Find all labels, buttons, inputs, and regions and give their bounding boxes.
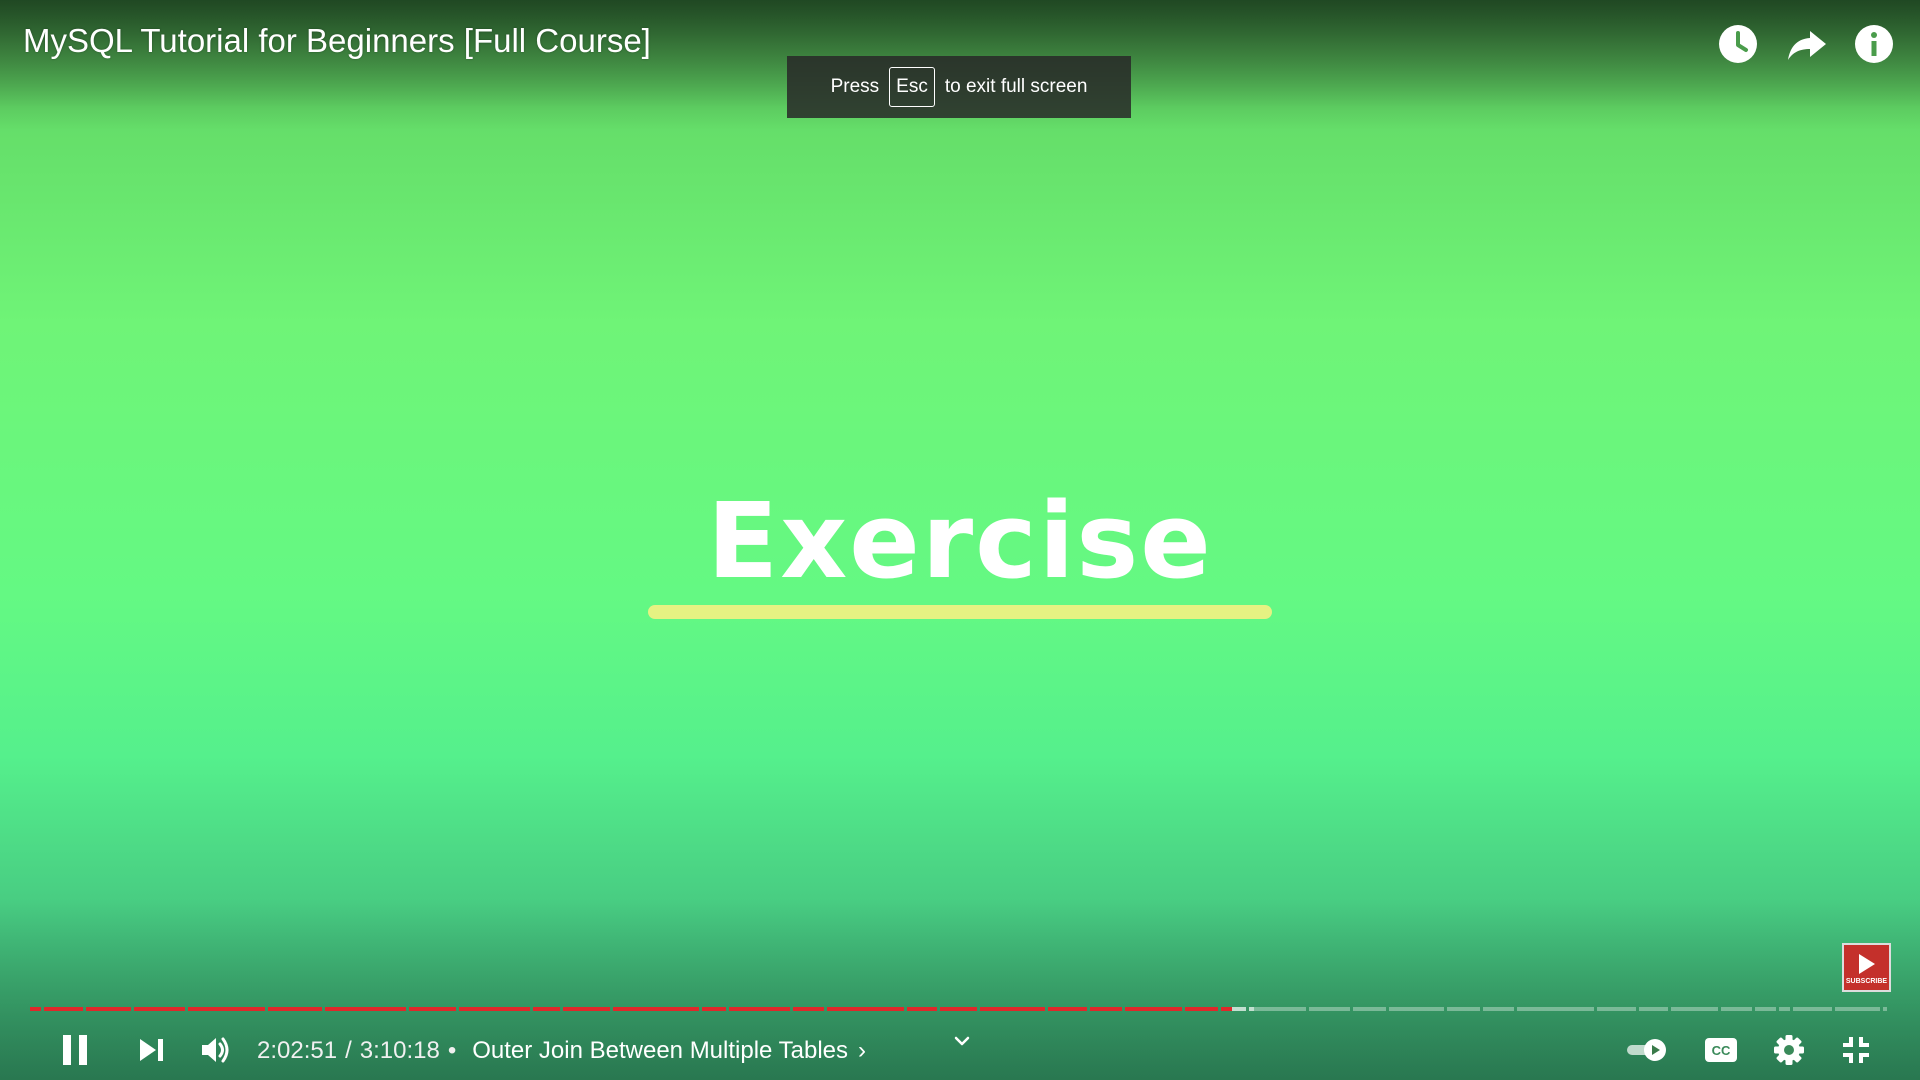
autoplay-toggle[interactable] (1625, 1024, 1669, 1076)
watch-later-icon (1719, 25, 1757, 63)
pause-icon (63, 1035, 87, 1065)
next-icon (140, 1039, 163, 1061)
top-actions (1716, 22, 1896, 66)
progress-chapter-segment[interactable] (134, 1007, 185, 1011)
time-separator: / (345, 1037, 352, 1064)
progress-chapter-segment[interactable] (1253, 1007, 1306, 1011)
progress-chapter-segment[interactable] (980, 1007, 1045, 1011)
share-button[interactable] (1784, 22, 1828, 66)
settings-button[interactable] (1771, 1024, 1807, 1076)
settings-icon (1774, 1035, 1804, 1065)
toast-suffix: to exit full screen (944, 76, 1088, 97)
progress-chapter-segment[interactable] (1835, 1007, 1880, 1011)
progress-chapter-segment[interactable] (1517, 1007, 1594, 1011)
slide-heading: Exercise (707, 480, 1213, 602)
chevron-down-icon (954, 1036, 970, 1046)
time-display: 2:02:51 / 3:10:18 • Outer Join Between M… (257, 1031, 866, 1071)
progress-chapter-segment[interactable] (827, 1007, 904, 1011)
progress-chapter-segment[interactable] (1090, 1007, 1122, 1011)
progress-chapter-segment[interactable] (1231, 1007, 1246, 1011)
video-player[interactable]: Exercise MySQL Tutorial for Beginners [F… (0, 0, 1920, 1080)
progress-chapter-segment[interactable] (1185, 1007, 1218, 1011)
chapter-expand-button[interactable] (950, 1030, 974, 1052)
share-icon (1788, 31, 1826, 60)
autoplay-toggle-icon (1627, 1039, 1666, 1061)
progress-chapter-segment[interactable] (1597, 1007, 1636, 1011)
duration: 3:10:18 (359, 1037, 440, 1064)
progress-chapter-segment[interactable] (268, 1007, 322, 1011)
progress-chapter-segment[interactable] (1793, 1007, 1832, 1011)
progress-chapter-segment[interactable] (1309, 1007, 1350, 1011)
progress-chapter-segment[interactable] (1483, 1007, 1514, 1011)
next-button[interactable] (133, 1024, 169, 1076)
progress-chapter-segment[interactable] (702, 1007, 726, 1011)
info-icon (1855, 25, 1893, 63)
progress-chapter-segment[interactable] (325, 1007, 406, 1011)
progress-chapter-segment[interactable] (729, 1007, 790, 1011)
chevron-right-icon[interactable]: › (858, 1037, 866, 1065)
progress-chapter-segment[interactable] (1639, 1007, 1668, 1011)
progress-chapter-segment[interactable] (1779, 1007, 1790, 1011)
progress-chapter-segment[interactable] (1721, 1007, 1752, 1011)
progress-chapter-segment[interactable] (1221, 1007, 1232, 1011)
progress-chapter-segment[interactable] (86, 1007, 131, 1011)
progress-chapter-segment[interactable] (793, 1007, 824, 1011)
exit-fullscreen-button[interactable] (1838, 1024, 1874, 1076)
progress-chapter-segment[interactable] (188, 1007, 265, 1011)
progress-chapter-segment[interactable] (940, 1007, 977, 1011)
subscribe-watermark[interactable]: SUBSCRIBE (1842, 943, 1891, 992)
svg-text:CC: CC (1712, 1043, 1731, 1058)
captions-icon: CC (1705, 1038, 1737, 1062)
esc-key-label: Esc (889, 67, 935, 107)
exit-fullscreen-icon (1843, 1037, 1869, 1063)
progress-chapter-segment[interactable] (533, 1007, 560, 1011)
play-icon (1858, 954, 1875, 974)
progress-bar[interactable] (30, 1007, 1890, 1012)
subscribe-text: SUBSCRIBE (1845, 978, 1888, 985)
progress-chapter-segment[interactable] (409, 1007, 456, 1011)
progress-chapter-segment[interactable] (1048, 1007, 1087, 1011)
progress-chapter-segment[interactable] (613, 1007, 699, 1011)
chapter-title[interactable]: Outer Join Between Multiple Tables (472, 1037, 848, 1065)
volume-icon (202, 1037, 229, 1063)
video-title[interactable]: MySQL Tutorial for Beginners [Full Cours… (23, 22, 651, 60)
chapter-separator: • (447, 1037, 457, 1064)
progress-chapter-segment[interactable] (1125, 1007, 1182, 1011)
pause-button[interactable] (55, 1024, 95, 1076)
progress-chapter-segment[interactable] (1447, 1007, 1480, 1011)
info-button[interactable] (1852, 22, 1896, 66)
watch-later-button[interactable] (1716, 22, 1760, 66)
progress-chapter-segment[interactable] (907, 1007, 937, 1011)
progress-chapter-segment[interactable] (459, 1007, 530, 1011)
progress-chapter-segment[interactable] (1671, 1007, 1718, 1011)
volume-button[interactable] (198, 1024, 234, 1076)
progress-chapter-segment[interactable] (1389, 1007, 1444, 1011)
progress-chapter-segment[interactable] (1353, 1007, 1386, 1011)
captions-button[interactable]: CC (1703, 1024, 1739, 1076)
fullscreen-toast: Press Esc to exit full screen (787, 56, 1131, 118)
progress-chapter-segment[interactable] (1883, 1007, 1887, 1011)
progress-chapter-segment[interactable] (30, 1007, 41, 1011)
progress-chapter-segment[interactable] (44, 1007, 83, 1011)
toast-prefix: Press (830, 76, 880, 97)
current-time: 2:02:51 (257, 1037, 338, 1064)
slide-underline (648, 605, 1272, 619)
progress-chapter-segment[interactable] (563, 1007, 610, 1011)
progress-chapter-segment[interactable] (1755, 1007, 1776, 1011)
